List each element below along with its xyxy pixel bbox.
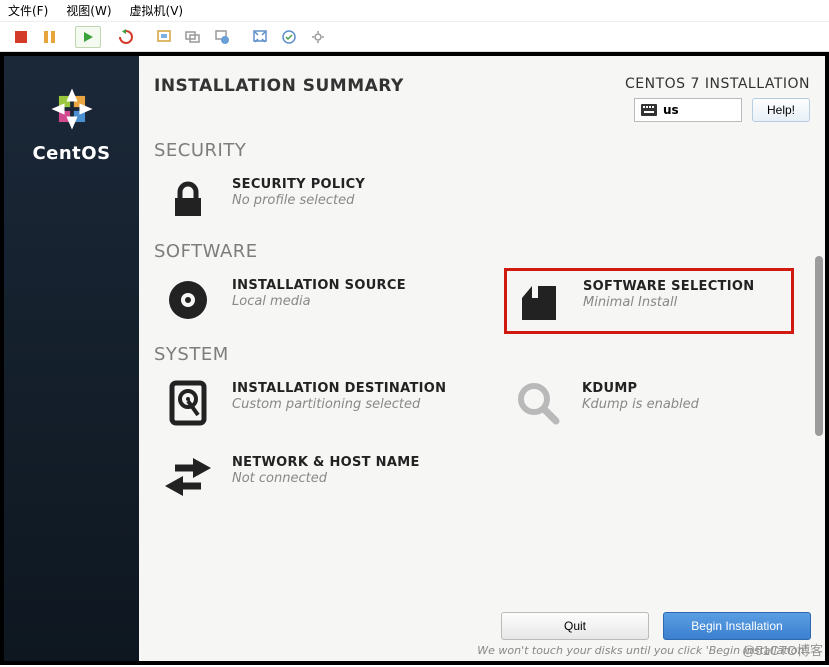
spoke-security-policy[interactable]: SECURITY POLICY No profile selected bbox=[154, 167, 474, 231]
spoke-status: No profile selected bbox=[232, 193, 365, 208]
menu-file[interactable]: 文件(F) bbox=[8, 2, 48, 19]
spoke-software-selection[interactable]: SOFTWARE SELECTION Minimal Install bbox=[504, 268, 794, 334]
menu-vm[interactable]: 虚拟机(V) bbox=[130, 2, 184, 19]
spoke-status: Minimal Install bbox=[583, 295, 754, 310]
centos-logo-icon bbox=[44, 81, 100, 137]
settings-icon[interactable] bbox=[305, 26, 331, 48]
play-icon[interactable] bbox=[75, 26, 101, 48]
network-arrows-icon bbox=[160, 453, 216, 501]
scrollbar[interactable] bbox=[815, 256, 823, 436]
host-menubar: 文件(F) 视图(W) 虚拟机(V) bbox=[0, 0, 829, 22]
spoke-installation-source[interactable]: INSTALLATION SOURCE Local media bbox=[154, 268, 474, 334]
disc-icon bbox=[160, 276, 216, 324]
category-security: SECURITY bbox=[154, 140, 810, 161]
installer-window: CentOS INSTALLATION SUMMARY CENTOS 7 INS… bbox=[4, 56, 825, 661]
help-button[interactable]: Help! bbox=[752, 98, 810, 122]
begin-installation-button[interactable]: Begin Installation bbox=[663, 612, 811, 640]
spoke-status: Local media bbox=[232, 294, 406, 309]
vm-frame: CentOS INSTALLATION SUMMARY CENTOS 7 INS… bbox=[0, 52, 829, 665]
snapshot-manage-icon[interactable] bbox=[180, 26, 206, 48]
menu-view[interactable]: 视图(W) bbox=[66, 2, 111, 19]
fullscreen-icon[interactable] bbox=[247, 26, 273, 48]
spoke-title: INSTALLATION SOURCE bbox=[232, 278, 406, 293]
package-icon bbox=[511, 277, 567, 325]
pause-icon[interactable] bbox=[37, 26, 63, 48]
spoke-network[interactable]: NETWORK & HOST NAME Not connected bbox=[154, 445, 474, 509]
category-software: SOFTWARE bbox=[154, 241, 810, 262]
snapshot-icon[interactable] bbox=[151, 26, 177, 48]
spoke-title: KDUMP bbox=[582, 381, 699, 396]
lock-icon bbox=[160, 175, 216, 223]
product-label: CENTOS 7 INSTALLATION bbox=[625, 76, 810, 92]
snapshot-revert-icon[interactable] bbox=[209, 26, 235, 48]
spoke-title: NETWORK & HOST NAME bbox=[232, 455, 420, 470]
unity-icon[interactable] bbox=[276, 26, 302, 48]
watermark: @51CTO博客 bbox=[742, 640, 823, 659]
spoke-title: SECURITY POLICY bbox=[232, 177, 365, 192]
keyboard-layout-value: us bbox=[663, 103, 679, 117]
main-content: INSTALLATION SUMMARY CENTOS 7 INSTALLATI… bbox=[139, 56, 825, 661]
sidebar: CentOS bbox=[4, 56, 139, 661]
magnifier-icon bbox=[510, 379, 566, 427]
spoke-status: Custom partitioning selected bbox=[232, 397, 446, 412]
spoke-kdump[interactable]: KDUMP Kdump is enabled bbox=[504, 371, 784, 435]
harddrive-icon bbox=[160, 379, 216, 427]
quit-button[interactable]: Quit bbox=[501, 612, 649, 640]
host-toolbar bbox=[0, 22, 829, 52]
spoke-status: Not connected bbox=[232, 471, 420, 486]
footer-hint: We won't touch your disks until you clic… bbox=[153, 644, 811, 657]
brand-name: CentOS bbox=[32, 143, 110, 164]
spoke-status: Kdump is enabled bbox=[582, 397, 699, 412]
spoke-title: SOFTWARE SELECTION bbox=[583, 279, 754, 294]
stop-icon[interactable] bbox=[8, 26, 34, 48]
spoke-installation-destination[interactable]: INSTALLATION DESTINATION Custom partitio… bbox=[154, 371, 474, 435]
category-system: SYSTEM bbox=[154, 344, 810, 365]
keyboard-icon bbox=[641, 104, 657, 116]
spoke-title: INSTALLATION DESTINATION bbox=[232, 381, 446, 396]
footer: Quit Begin Installation We won't touch y… bbox=[139, 604, 825, 661]
page-title: INSTALLATION SUMMARY bbox=[154, 76, 404, 96]
restart-icon[interactable] bbox=[113, 26, 139, 48]
keyboard-layout-selector[interactable]: us bbox=[634, 98, 742, 122]
